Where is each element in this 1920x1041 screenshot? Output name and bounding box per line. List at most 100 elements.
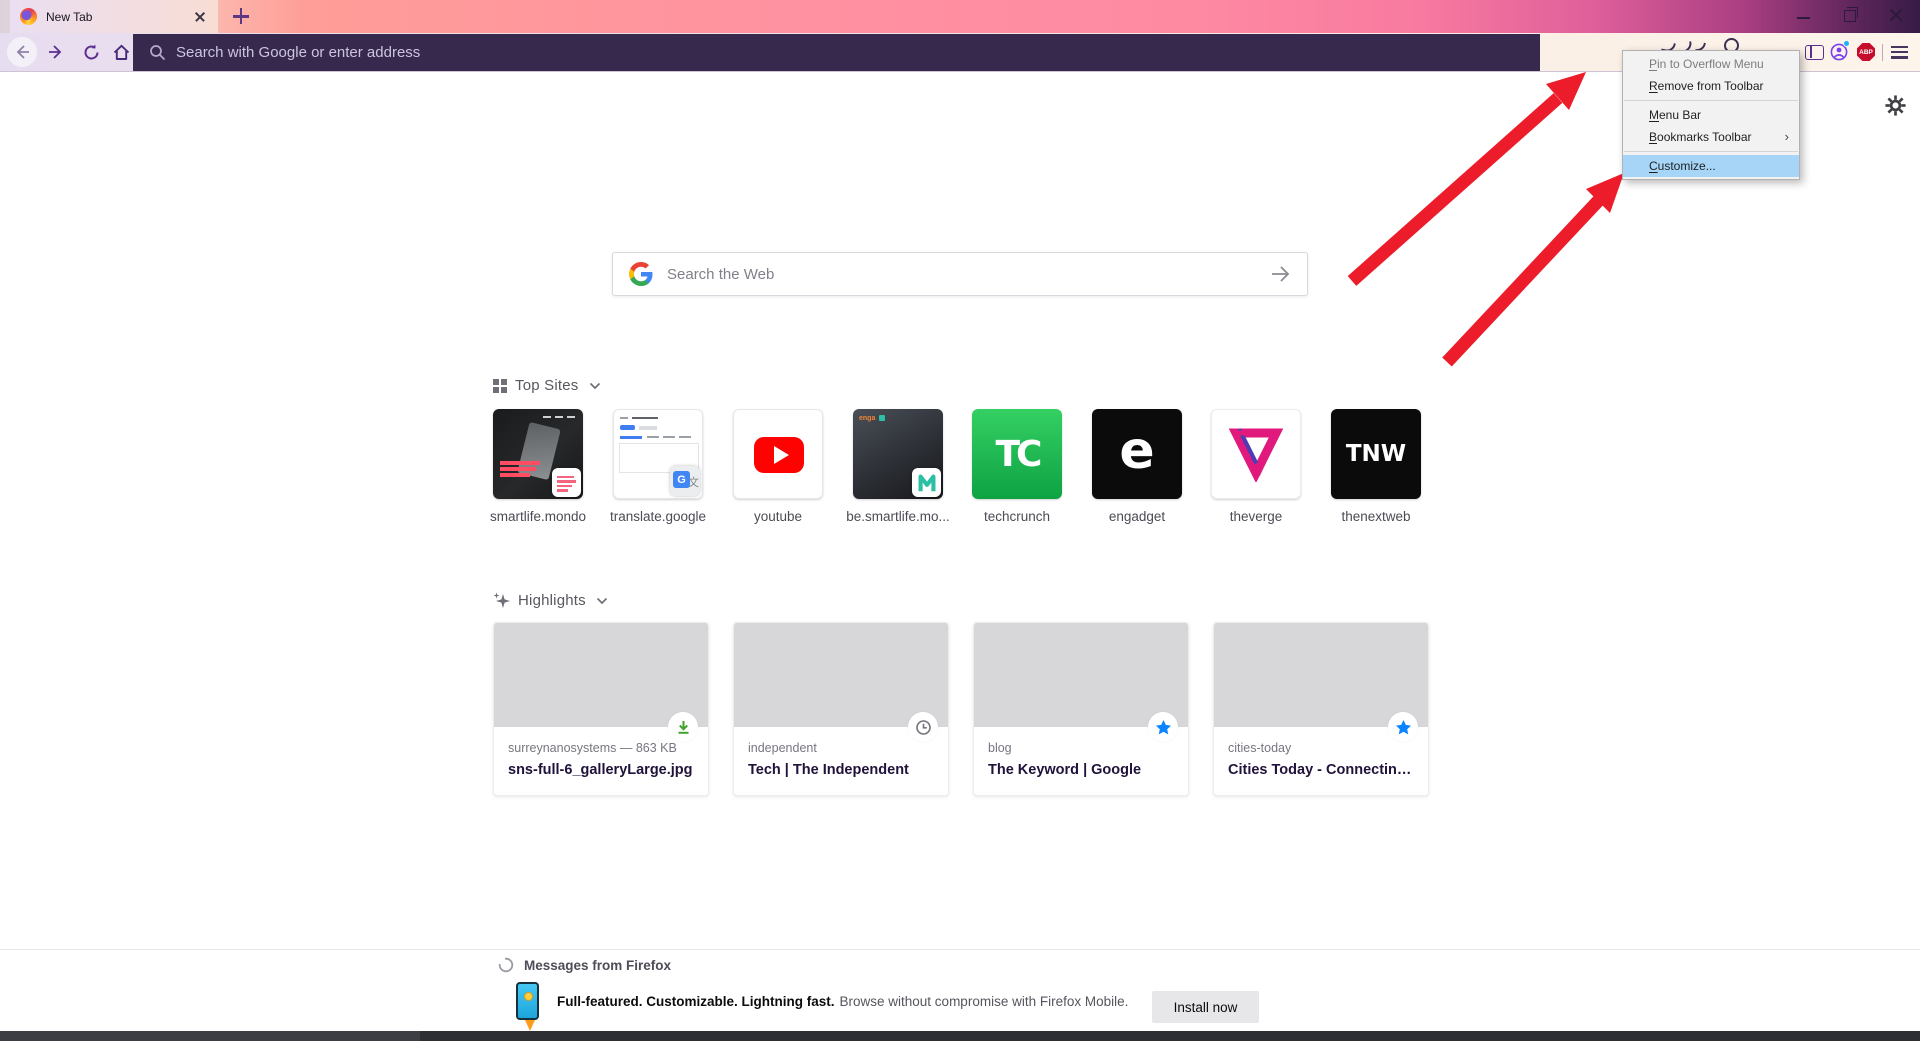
site-thumbnail: e [1092,409,1182,499]
card-thumbnail [494,623,708,727]
star-icon [1395,719,1412,736]
site-label: thenextweb [1318,509,1434,524]
firefox-mobile-promo: Full-featured. Customizable. Lightning f… [516,982,1128,1020]
menu-item-bookmarks-toolbar[interactable]: Bookmarks Toolbar › [1623,126,1799,148]
menu-label-post: ookmarks Toolbar [1657,130,1752,144]
card-thumbnail [734,623,948,727]
chevron-down-icon[interactable] [589,382,601,390]
menu-item-pin-to-overflow[interactable]: Pin to Overflow Menu [1623,53,1799,75]
site-label: translate.google [600,509,716,524]
menu-label-post: emove from Toolbar [1658,79,1764,93]
tab-close-icon[interactable] [192,9,208,25]
top-site-theverge[interactable]: theverge [1211,409,1301,524]
browser-window: New Tab [0,0,1920,1041]
youtube-logo-icon [754,437,804,473]
site-thumbnail [493,409,583,499]
techcrunch-logo: TC [996,434,1039,475]
url-input[interactable] [176,44,1376,61]
home-button[interactable] [112,43,131,62]
back-arrow-icon [13,43,31,61]
translate-char: 文 [688,474,699,490]
reload-icon [82,43,101,62]
top-site-smartlife-mondo[interactable]: smartlife.mondo [493,409,583,524]
app-menu-button[interactable] [1891,46,1908,59]
top-site-engadget[interactable]: e engadget [1092,409,1182,524]
site-thumbnail: G 文 [613,409,703,499]
bookmark-badge [1148,712,1178,742]
adblock-label: ABP [1859,49,1873,56]
site-thumbnail: TNW [1331,409,1421,499]
mobile-phone-icon [516,982,539,1020]
taskbar-edge [0,1031,1920,1041]
highlight-card-bookmark-1[interactable]: blog The Keyword | Google [973,622,1189,796]
top-site-translate-google[interactable]: G 文 translate.google [613,409,703,524]
home-icon [112,43,131,62]
install-button-label: Install now [1174,1000,1238,1015]
site-label: techcrunch [959,509,1075,524]
card-thumbnail [1214,623,1428,727]
firefox-outline-icon [498,957,514,973]
top-site-youtube[interactable]: youtube [733,409,823,524]
menu-separator [1624,151,1798,152]
clock-icon [915,719,932,736]
newtab-settings-button[interactable] [1884,94,1907,117]
new-tab-button[interactable] [233,8,250,25]
newtab-search-input[interactable] [667,266,1269,283]
search-icon [149,44,166,61]
card-source: cities-today [1228,741,1414,755]
section-divider [0,949,1920,950]
promo-bold-text: Full-featured. Customizable. Lightning f… [557,994,835,1009]
address-bar[interactable] [133,34,1540,71]
menu-label-accel: M [1649,108,1659,122]
card-title: Tech | The Independent [748,762,934,778]
menu-separator [1624,100,1798,101]
card-title: Cities Today - Connecting t... [1228,762,1414,778]
forward-button[interactable] [47,43,65,61]
site-label: smartlife.mondo [480,509,596,524]
window-close-button[interactable] [1873,0,1919,30]
install-now-button[interactable]: Install now [1152,991,1259,1023]
notification-dot [1843,40,1850,47]
verge-logo-icon [1226,426,1286,482]
window-restore-button[interactable] [1827,0,1873,30]
site-thumbnail: TC [972,409,1062,499]
site-thumbnail: enga [853,409,943,499]
window-minimize-button[interactable] [1781,0,1827,30]
menu-item-menu-bar[interactable]: Menu Bar [1623,104,1799,126]
annotation-arrow-2 [1447,173,1624,362]
menu-item-customize[interactable]: Customize... [1623,155,1799,177]
card-thumbnail [974,623,1188,727]
highlight-card-history[interactable]: independent Tech | The Independent [733,622,949,796]
menu-label-post: ustomize... [1658,159,1716,173]
download-badge [668,712,698,742]
engadget-logo: e [1119,421,1154,481]
top-sites-title: Top Sites [515,377,579,394]
menu-label-post: enu Bar [1659,108,1701,122]
menu-label-accel: B [1649,130,1657,144]
top-site-thenextweb[interactable]: TNW thenextweb [1331,409,1421,524]
highlight-card-download[interactable]: surreynanosystems — 863 KB sns-full-6_ga… [493,622,709,796]
highlights-header: Highlights [493,592,608,609]
chevron-down-icon[interactable] [596,597,608,605]
bookmark-badge [1388,712,1418,742]
back-button[interactable] [7,37,37,67]
menu-item-remove-from-toolbar[interactable]: Remove from Toolbar [1623,75,1799,97]
site-label: youtube [720,509,836,524]
menu-label-accel: R [1649,79,1658,93]
top-site-techcrunch[interactable]: TC techcrunch [972,409,1062,524]
star-icon [1155,719,1172,736]
submenu-arrow-icon: › [1785,126,1789,148]
submit-arrow-icon[interactable] [1269,263,1291,285]
sidebar-toggle-icon[interactable] [1805,45,1824,60]
annotation-arrow-1 [1352,72,1586,281]
newtab-search-box[interactable] [612,252,1308,296]
promo-text: Full-featured. Customizable. Lightning f… [557,994,1128,1009]
reload-button[interactable] [82,43,101,62]
tab-new-tab[interactable]: New Tab [10,0,218,33]
highlight-card-bookmark-2[interactable]: cities-today Cities Today - Connecting t… [1213,622,1429,796]
toolbar-separator [1882,44,1883,61]
menu-label-accel: P [1649,57,1657,71]
forward-arrow-icon [47,43,65,61]
tnw-logo: TNW [1346,441,1406,467]
top-site-be-smartlife[interactable]: enga be.smartlife.mo... [853,409,943,524]
